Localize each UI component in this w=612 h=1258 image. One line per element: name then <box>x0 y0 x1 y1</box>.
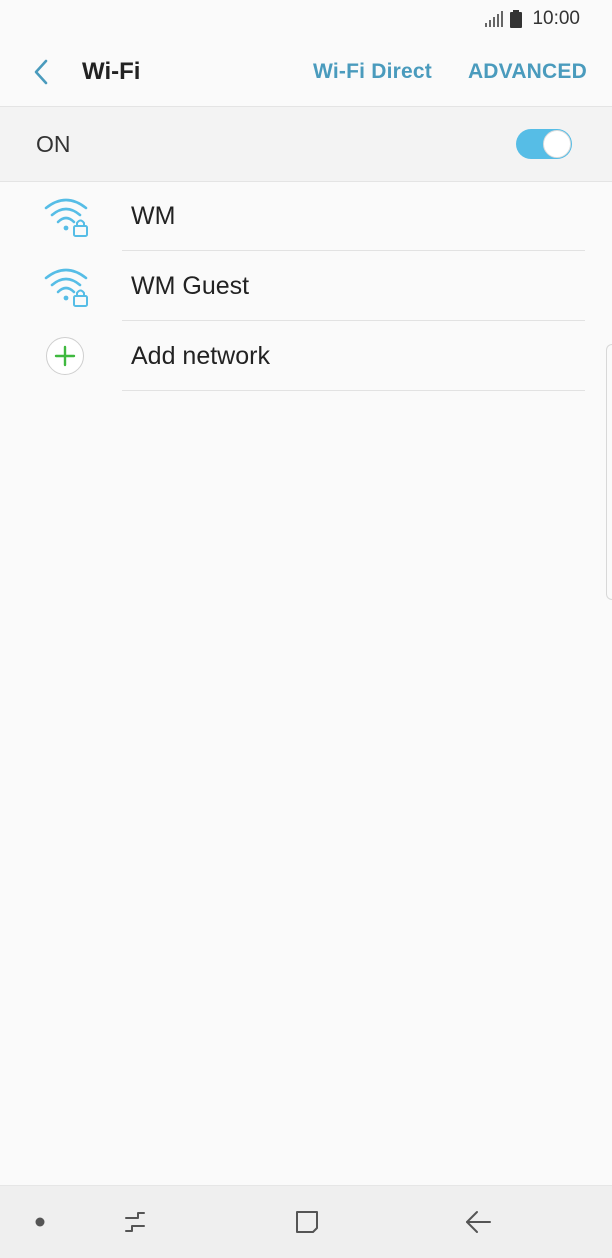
chevron-left-icon <box>34 59 48 85</box>
home-button[interactable] <box>289 1204 325 1240</box>
network-name: WM <box>131 201 176 230</box>
app-bar: Wi-Fi Wi-Fi Direct ADVANCED <box>0 38 612 106</box>
advanced-button[interactable]: ADVANCED <box>468 60 587 84</box>
add-network-item[interactable]: Add network <box>0 321 612 391</box>
status-time: 10:00 <box>532 8 580 29</box>
status-bar: 10:00 <box>0 0 612 38</box>
network-list: WM WM Guest Add network <box>0 181 612 391</box>
plus-circle-icon <box>46 337 84 375</box>
add-network-label: Add network <box>131 341 270 370</box>
signal-icon <box>485 11 504 27</box>
master-switch-label: ON <box>36 130 71 157</box>
toggle-knob <box>543 130 571 158</box>
network-item-wm[interactable]: WM <box>0 181 612 251</box>
recents-button[interactable] <box>118 1204 154 1240</box>
home-icon <box>296 1211 318 1233</box>
page-title: Wi-Fi <box>82 58 141 85</box>
list-divider <box>122 390 585 391</box>
wifi-master-switch-row[interactable]: ON <box>0 106 612 182</box>
network-item-wm-guest[interactable]: WM Guest <box>0 251 612 321</box>
dot-icon <box>35 1217 45 1227</box>
wifi-direct-button[interactable]: Wi-Fi Direct <box>313 60 432 84</box>
wifi-toggle[interactable] <box>516 129 572 159</box>
wifi-locked-icon <box>44 268 88 307</box>
recents-icon <box>125 1212 145 1232</box>
network-name: WM Guest <box>131 271 250 300</box>
wifi-locked-icon <box>44 198 88 237</box>
navigation-bar <box>0 1185 612 1258</box>
back-button[interactable] <box>24 54 60 90</box>
battery-icon <box>510 10 523 28</box>
nav-back-button[interactable] <box>460 1204 496 1240</box>
back-arrow-icon <box>466 1211 491 1233</box>
scroll-indicator[interactable] <box>606 344 612 600</box>
nav-dot-button[interactable] <box>22 1204 58 1240</box>
